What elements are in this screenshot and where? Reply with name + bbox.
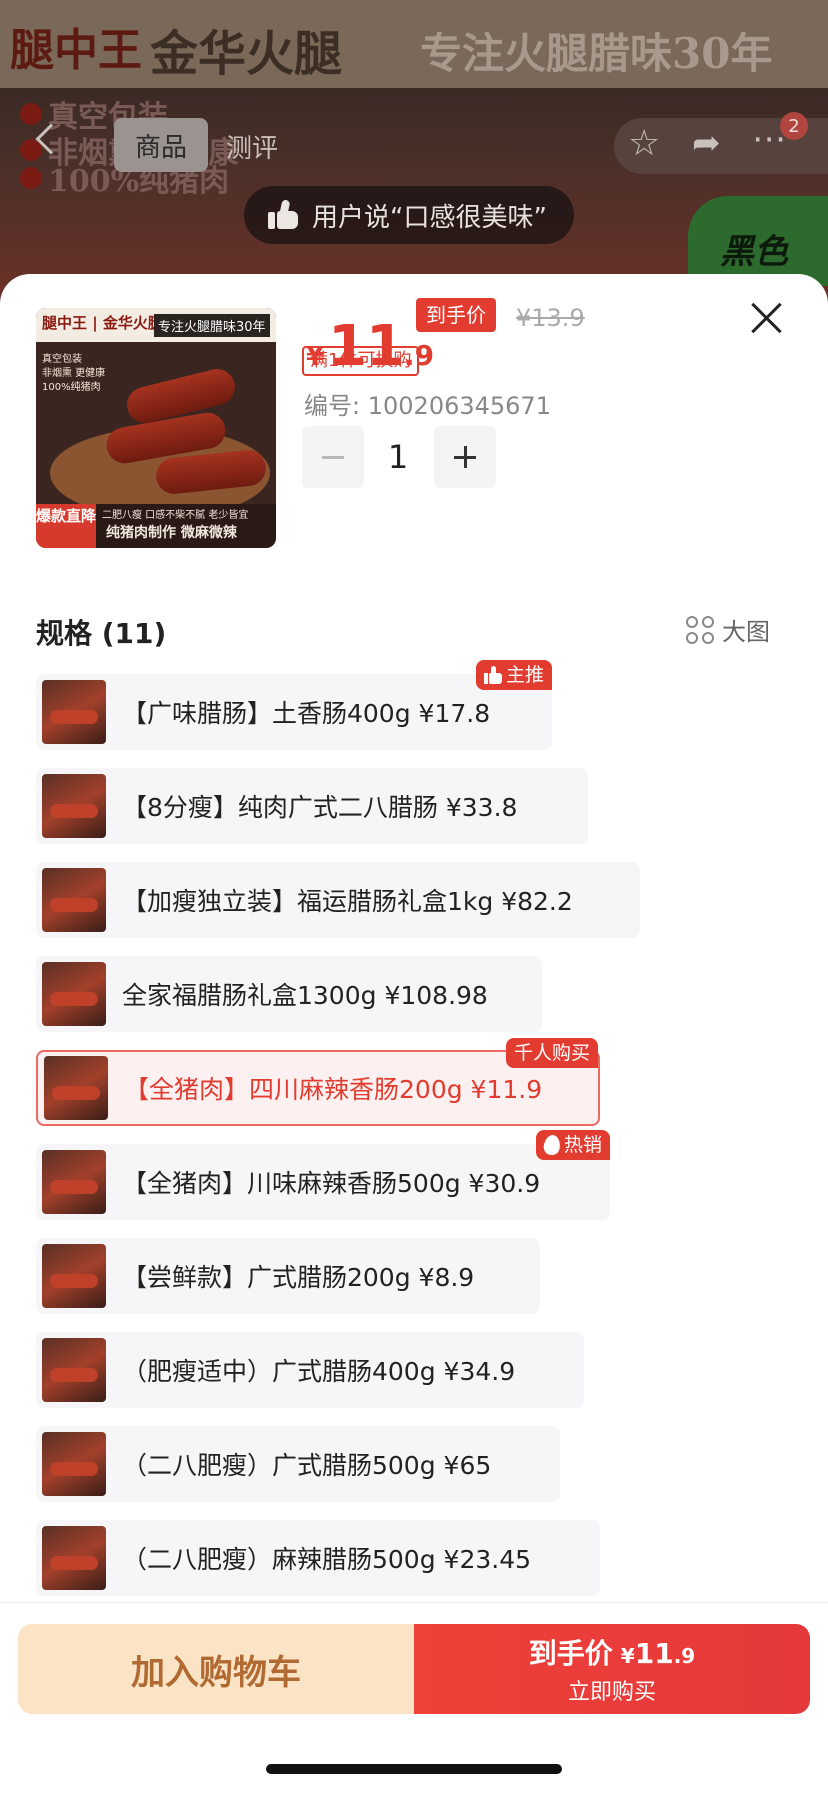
hot-deal-badge: 爆款直降 bbox=[36, 504, 96, 548]
spec-option[interactable]: 【尝鲜款】广式腊肠200g ¥8.9 bbox=[36, 1238, 540, 1314]
review-text: 用户说“口感很美味” bbox=[312, 202, 547, 233]
banner-brand: 金华火腿 bbox=[150, 26, 343, 82]
spec-tag-recommended: 主推 bbox=[475, 660, 552, 690]
buy-price: 到手价 ¥11.9 bbox=[528, 1637, 696, 1670]
quantity-value[interactable]: 1 bbox=[372, 426, 424, 488]
spec-option-selected[interactable]: 【全猪肉】四川麻辣香肠200g ¥11.9 千人购买 bbox=[36, 1038, 600, 1126]
spec-thumbnail bbox=[42, 868, 106, 932]
spec-option[interactable]: （二八肥瘦）广式腊肠500g ¥65 bbox=[36, 1426, 560, 1502]
spec-thumbnail bbox=[42, 1432, 106, 1496]
spec-tag-popular: 千人购买 bbox=[505, 1038, 598, 1068]
banner-logo: 腿中王 bbox=[10, 25, 142, 76]
spec-option[interactable]: （肥瘦适中）广式腊肠400g ¥34.9 bbox=[36, 1332, 584, 1408]
background-product-page: 腿中王 金华火腿 专注火腿腊味30年 真空包装 非烟熏 更健康 100%纯猪肉 … bbox=[0, 0, 828, 300]
share-icon[interactable]: ➦ bbox=[692, 126, 721, 160]
green-promo-tag: 黑色 bbox=[688, 196, 828, 286]
spec-section-title: 规格 (11) bbox=[36, 617, 167, 650]
product-banner: 腿中王 金华火腿 专注火腿腊味30年 bbox=[0, 0, 828, 88]
spec-option[interactable]: 【广味腊肠】土香肠400g ¥17.8 主推 bbox=[36, 660, 552, 750]
sku-selection-sheet: 腿中王 | 金华火腿 专注火腿腊味30年 真空包装 非烟熏 更健康 100%纯猪… bbox=[0, 274, 828, 1793]
thumbs-up-icon bbox=[268, 199, 298, 230]
spec-thumbnail bbox=[42, 1150, 106, 1214]
home-indicator bbox=[266, 1764, 562, 1774]
spec-option[interactable]: 全家福腊肠礼盒1300g ¥108.98 bbox=[36, 956, 542, 1032]
product-thumbnail[interactable]: 腿中王 | 金华火腿 专注火腿腊味30年 真空包装 非烟熏 更健康 100%纯猪… bbox=[36, 308, 276, 548]
tab-product[interactable]: 商品 bbox=[114, 118, 208, 172]
review-highlight-pill[interactable]: 用户说“口感很美味” bbox=[244, 186, 574, 244]
spec-option[interactable]: 【加瘦独立装】福运腊肠礼盒1kg ¥82.2 bbox=[36, 862, 640, 938]
spec-thumbnail bbox=[42, 1526, 106, 1590]
spec-thumbnail bbox=[44, 1056, 108, 1120]
notification-badge: 2 bbox=[780, 112, 808, 140]
banner-slogan: 专注火腿腊味30年 bbox=[420, 29, 773, 78]
quantity-decrease-button[interactable] bbox=[302, 426, 364, 488]
spec-option[interactable]: 【8分瘦】纯肉广式二八腊肠 ¥33.8 bbox=[36, 768, 588, 844]
tab-review[interactable]: 测评 bbox=[226, 128, 278, 165]
action-bar-divider bbox=[0, 1602, 828, 1603]
spec-option-list: 【广味腊肠】土香肠400g ¥17.8 主推 【8分瘦】纯肉广式二八腊肠 ¥33… bbox=[36, 660, 796, 1614]
grid-icon bbox=[686, 615, 714, 644]
spec-thumbnail bbox=[42, 680, 106, 744]
spec-thumbnail bbox=[42, 1338, 106, 1402]
spec-option[interactable]: 【全猪肉】川味麻辣香肠500g ¥30.9 热销 bbox=[36, 1130, 610, 1220]
spec-tag-hot: 热销 bbox=[535, 1130, 610, 1160]
spec-thumbnail bbox=[42, 962, 106, 1026]
thumbs-up-icon bbox=[483, 666, 502, 684]
fire-icon bbox=[542, 1133, 562, 1157]
promo-tag: 满1件可换购 bbox=[302, 346, 420, 376]
buy-now-button[interactable]: 到手价 ¥11.9 立即购买 bbox=[414, 1624, 810, 1714]
add-to-cart-button[interactable]: 加入购物车 bbox=[18, 1624, 414, 1714]
spec-option[interactable]: （二八肥瘦）麻辣腊肠500g ¥23.45 bbox=[36, 1520, 600, 1596]
close-icon[interactable] bbox=[748, 300, 784, 336]
spec-thumbnail bbox=[42, 774, 106, 838]
spec-thumbnail bbox=[42, 1244, 106, 1308]
quantity-increase-button[interactable] bbox=[434, 426, 496, 488]
buy-now-label: 立即购买 bbox=[567, 1680, 656, 1705]
big-picture-toggle[interactable]: 大图 bbox=[686, 612, 770, 647]
sku-number: 编号: 100206345671 bbox=[304, 392, 551, 420]
original-price: ¥13.9 bbox=[516, 304, 585, 332]
favorite-star-icon[interactable]: ☆ bbox=[628, 126, 660, 162]
final-price-tag: 到手价 bbox=[416, 298, 496, 332]
